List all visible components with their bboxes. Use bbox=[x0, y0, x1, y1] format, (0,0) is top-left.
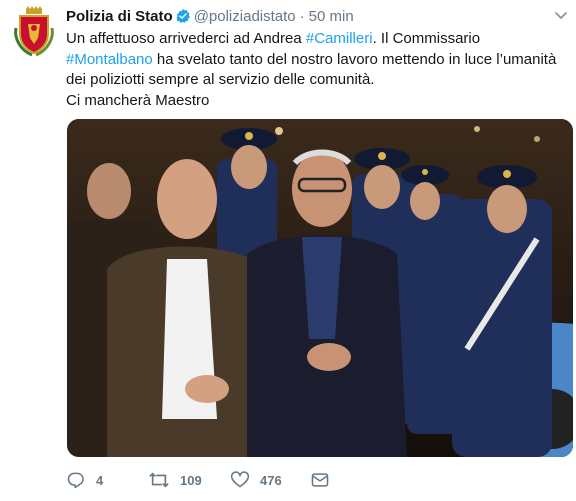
tweet-text: Un affettuoso arrivederci ad Andrea #Cam… bbox=[66, 29, 566, 111]
tweet-text-part: Ci mancherà Maestro bbox=[66, 91, 210, 109]
retweet-count: 109 bbox=[180, 472, 202, 488]
avatar[interactable] bbox=[12, 6, 56, 58]
hashtag-camilleri[interactable]: #Camilleri bbox=[306, 30, 373, 47]
tweet-header: Polizia di Stato @poliziadistato · 50 min bbox=[66, 7, 566, 29]
verified-badge-icon bbox=[176, 9, 190, 23]
polizia-emblem-icon bbox=[14, 6, 54, 57]
tweet-text-part: Un affettuoso arrivederci ad Andrea bbox=[66, 30, 306, 47]
hashtag-montalbano[interactable]: #Montalbano bbox=[66, 51, 153, 68]
reply-count: 4 bbox=[96, 472, 104, 488]
separator-dot: · bbox=[299, 8, 305, 25]
chevron-down-icon bbox=[555, 12, 567, 20]
message-button[interactable] bbox=[310, 468, 330, 492]
envelope-icon bbox=[311, 473, 329, 487]
display-name[interactable]: Polizia di Stato bbox=[66, 8, 173, 25]
tweet-actions: 4 109 476 bbox=[66, 468, 486, 492]
tweet-text-part: . Il Commissario bbox=[372, 30, 481, 47]
retweet-button[interactable]: 109 bbox=[148, 468, 202, 492]
photo-illustration bbox=[67, 119, 573, 457]
reply-icon bbox=[67, 472, 84, 489]
heart-icon bbox=[230, 471, 250, 488]
user-handle[interactable]: @poliziadistato bbox=[194, 8, 296, 25]
retweet-icon bbox=[149, 472, 169, 488]
tweet-photo[interactable] bbox=[67, 119, 573, 457]
tweet-menu-button[interactable] bbox=[554, 8, 568, 27]
like-button[interactable]: 476 bbox=[230, 468, 282, 492]
timestamp[interactable]: 50 min bbox=[309, 8, 354, 25]
reply-button[interactable]: 4 bbox=[66, 468, 103, 492]
like-count: 476 bbox=[260, 472, 282, 488]
